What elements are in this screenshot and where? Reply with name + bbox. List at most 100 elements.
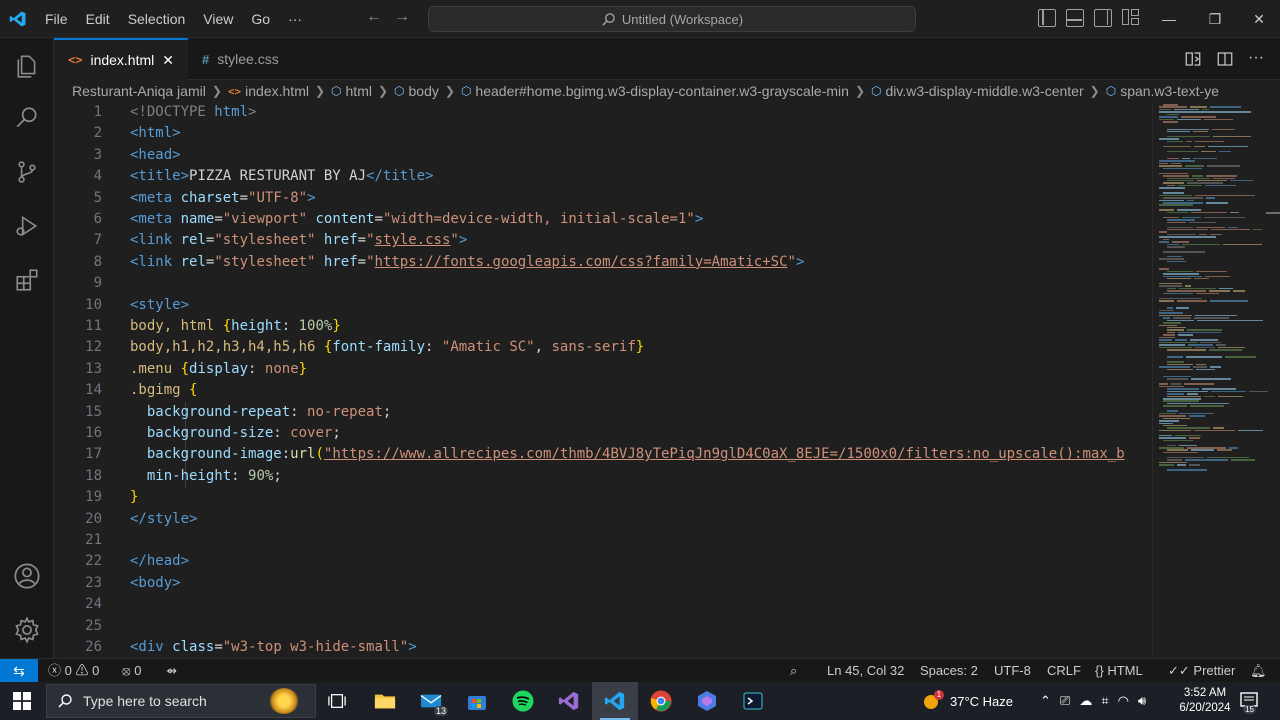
minimap-line xyxy=(1203,118,1233,121)
spotify-icon[interactable] xyxy=(500,682,546,720)
scrollbar-thumb[interactable] xyxy=(1266,212,1280,214)
breadcrumb-folder[interactable]: Resturant-Aniqa jamil xyxy=(72,83,206,99)
language-mode[interactable]: {} HTML xyxy=(1095,659,1143,683)
toggle-panel-icon[interactable] xyxy=(1066,9,1084,27)
minimap-line xyxy=(1176,209,1202,211)
menu-edit[interactable]: Edit xyxy=(77,0,119,38)
minimap[interactable] xyxy=(1152,102,1280,658)
wifi-icon[interactable]: ◠ xyxy=(1118,693,1129,709)
close-window-button[interactable]: ✕ xyxy=(1236,0,1280,38)
onedrive-icon[interactable]: ☁ xyxy=(1079,693,1092,709)
end-of-line[interactable]: CRLF xyxy=(1047,659,1081,683)
minimap-line xyxy=(1205,175,1237,177)
breadcrumb-body[interactable]: body xyxy=(409,83,439,99)
mail-icon[interactable]: 13 xyxy=(408,682,454,720)
minimap-line xyxy=(1167,233,1197,236)
breadcrumb-span[interactable]: span.w3-text-ye xyxy=(1120,83,1219,99)
gear-icon[interactable] xyxy=(0,606,54,654)
minimap-line xyxy=(1167,368,1193,371)
terminal-app-icon[interactable] xyxy=(730,682,776,720)
minimap-line xyxy=(1195,292,1219,295)
customize-layout-icon[interactable] xyxy=(1122,9,1140,27)
files-icon[interactable] xyxy=(0,42,54,90)
weather-widget[interactable]: 1 37°C Haze xyxy=(922,682,1013,720)
split-editor-icon[interactable] xyxy=(1216,50,1234,68)
cursor-position[interactable]: Ln 45, Col 32 xyxy=(827,659,904,683)
remote-indicator-icon[interactable]: ⇆ xyxy=(0,659,38,683)
background-image-url[interactable]: "https://www.allrecipes.com/thmb/4BVJ8yT… xyxy=(324,446,1125,462)
chevron-up-icon[interactable]: ⌃ xyxy=(1040,693,1051,709)
minimap-line xyxy=(1201,150,1216,153)
toggle-primary-sidebar-icon[interactable] xyxy=(1038,9,1056,27)
file-explorer-icon[interactable] xyxy=(362,682,408,720)
menu-go[interactable]: Go xyxy=(242,0,279,38)
open-preview-icon[interactable] xyxy=(1184,50,1202,68)
menu-file[interactable]: File xyxy=(36,0,77,38)
vscode-taskbar-icon[interactable] xyxy=(592,682,638,720)
back-arrow-icon[interactable]: ← xyxy=(366,8,382,26)
toggle-secondary-sidebar-icon[interactable] xyxy=(1094,9,1112,27)
code-line: 2 <html> xyxy=(54,123,1152,144)
minimap-line xyxy=(1159,300,1175,302)
extensions-icon[interactable] xyxy=(0,256,54,304)
code-editor[interactable]: 1 <!DOCTYPE html> 2 <html> 3 <head> 4 <title… xyxy=(54,102,1152,658)
tab-index-html[interactable]: <> index.html ✕ xyxy=(54,38,188,80)
command-center[interactable]: Untitled (Workspace) xyxy=(428,6,916,32)
restore-button[interactable]: ❐ xyxy=(1192,0,1238,38)
prettier-status[interactable]: ✓✓ Prettier xyxy=(1168,659,1235,683)
minimize-button[interactable]: — xyxy=(1146,0,1192,38)
more-actions-icon[interactable]: ··· xyxy=(1248,50,1264,68)
visual-studio-icon[interactable] xyxy=(546,682,592,720)
task-view-icon[interactable] xyxy=(314,682,360,720)
breadcrumb-div[interactable]: div.w3-display-middle.w3-center xyxy=(885,83,1083,99)
meet-now-icon[interactable]: ⎚ xyxy=(1060,693,1070,709)
clock[interactable]: 3:52 AM 6/20/2024 xyxy=(1176,682,1234,720)
date: 6/20/2024 xyxy=(1179,702,1231,714)
breadcrumb-header[interactable]: header#home.bgimg.w3-display-container.w… xyxy=(475,83,849,99)
code-line: 22 </head> xyxy=(54,551,1152,572)
encoding[interactable]: UTF-8 xyxy=(994,659,1031,683)
indentation[interactable]: Spaces: 2 xyxy=(920,659,978,683)
minimap-line xyxy=(1205,197,1216,199)
ports-indicator[interactable]: ⦻ 0 xyxy=(122,659,141,683)
google-fonts-link[interactable]: https://fonts.googleapis.com/css?family=… xyxy=(375,254,788,270)
search-icon[interactable] xyxy=(0,94,54,142)
copilot-icon[interactable] xyxy=(684,682,730,720)
minimap-line xyxy=(1167,402,1230,405)
symbol-element-icon: ⬡ xyxy=(460,84,472,98)
breadcrumb-html[interactable]: html xyxy=(346,83,372,99)
zoom-icon[interactable]: ⌕ xyxy=(790,659,797,683)
minimap-line xyxy=(1163,197,1203,199)
taskbar-search[interactable]: Type here to search xyxy=(46,684,316,718)
code-line: 14 .bgimg { xyxy=(54,380,1152,401)
volume-icon[interactable]: 🔊︎ xyxy=(1138,693,1146,709)
chrome-icon[interactable] xyxy=(638,682,684,720)
menu-more[interactable]: ··· xyxy=(279,0,311,38)
minimap-line xyxy=(1190,449,1214,451)
menu-view[interactable]: View xyxy=(194,0,242,38)
code-line: 24 xyxy=(54,594,1152,615)
account-icon[interactable] xyxy=(0,552,54,600)
minimap-line xyxy=(1196,363,1206,366)
run-debug-icon[interactable] xyxy=(0,202,54,250)
breadcrumb-file[interactable]: index.html xyxy=(245,83,309,99)
windows-start-icon[interactable] xyxy=(0,682,44,720)
minimap-line xyxy=(1218,395,1244,398)
source-control-icon[interactable] xyxy=(0,148,54,196)
problems-indicator[interactable]: ⓧ 0 ⚠ 0 xyxy=(48,659,99,683)
tab-stylee-css[interactable]: # stylee.css xyxy=(188,38,306,80)
search-icon xyxy=(602,12,615,26)
notification-center-icon[interactable]: 15 xyxy=(1240,682,1260,720)
minimap-line xyxy=(1206,165,1241,167)
network-icon[interactable]: ⌗ xyxy=(1101,693,1108,709)
minimap-line xyxy=(1167,179,1194,182)
close-icon[interactable]: ✕ xyxy=(162,52,174,69)
notifications-bell-icon[interactable]: 🔔︎ xyxy=(1250,659,1267,683)
minimap-line xyxy=(1193,366,1208,368)
chevron-right-icon: ❯ xyxy=(314,84,326,98)
store-icon[interactable] xyxy=(454,682,500,720)
menu-selection[interactable]: Selection xyxy=(119,0,195,38)
forward-arrow-icon[interactable]: → xyxy=(394,8,410,26)
live-share-icon[interactable]: ⇴ xyxy=(166,659,177,683)
stylesheet-link[interactable]: style.css xyxy=(375,232,451,248)
